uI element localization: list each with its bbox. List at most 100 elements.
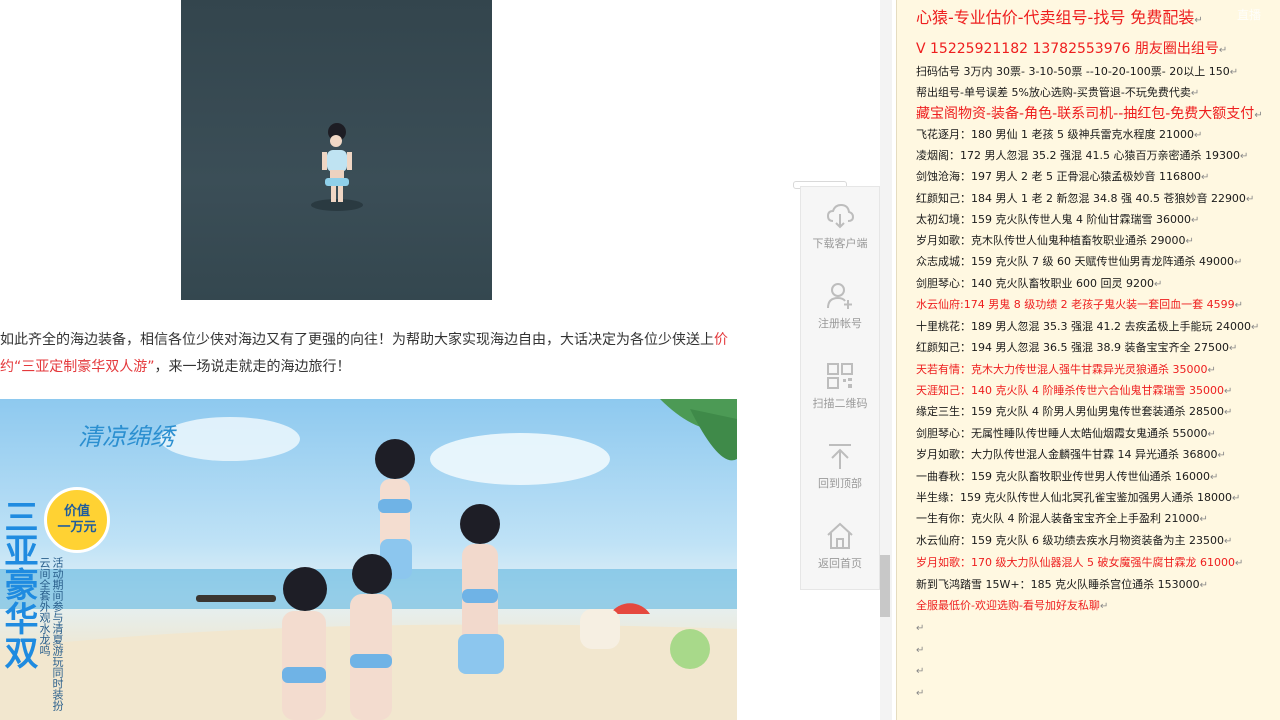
listing-line: V 15225921182 13782553976 朋友圈出组号↵ <box>916 40 1227 60</box>
listing-line: 剑胆琴心：无属性睡队传世睡人太皓仙烟霞女鬼通杀 55000↵ <box>916 426 1216 443</box>
listing-line: 剑蚀沧海：197 男人 2 老 5 正骨混心猿孟极妙音 116800↵ <box>916 169 1209 186</box>
listing-line: 红颜知己：194 男人忽混 36.5 强混 38.9 装备宝宝齐全 27500↵ <box>916 340 1237 357</box>
listing-line-text: 新到飞鸿踏雪 15W+：185 克火队睡杀宫位通杀 153000 <box>916 578 1200 591</box>
listing-line: 水云仙府：159 克火队 6 级功绩去疾水月物资装备为主 23500↵ <box>916 533 1232 550</box>
paragraph-mark: ↵ <box>916 666 925 677</box>
listing-line-text: 剑胆琴心：无属性睡队传世睡人太皓仙烟霞女鬼通杀 55000 <box>916 427 1208 440</box>
listing-line: 凌烟阁：172 男人忽混 35.2 强混 41.5 心猿百万亲密通杀 19300… <box>916 148 1248 165</box>
paragraph-mark: ↵ <box>1223 536 1233 547</box>
paragraph-mark: ↵ <box>1234 300 1244 311</box>
listing-line-text: 众志成城：159 克火队 7 级 60 天赋传世仙男青龙阵通杀 49000 <box>916 255 1234 268</box>
paragraph-mark: ↵ <box>916 688 925 699</box>
listing-line-text: 岁月如歌：克木队传世人仙鬼种植畜牧职业通杀 29000 <box>916 234 1186 247</box>
listing-line: 心猿-专业估价-代卖组号-找号 免费配装↵ <box>916 8 1203 31</box>
article-area: 如此齐全的海边装备，相信各位少侠对海边又有了更强的向往！为帮助大家实现海边自由，… <box>0 0 880 720</box>
listing-notepad: 直播 心猿-专业估价-代卖组号-找号 免费配装↵ V 15225921182 13… <box>896 0 1280 720</box>
paragraph-mark: ↵ <box>1217 450 1226 461</box>
scan-qr-button[interactable]: 扫描二维码 <box>801 347 879 427</box>
listing-line-text: 帮出组号-单号误差 5%放心选购-买贵管退-不玩免费代卖 <box>916 86 1191 99</box>
download-client-button[interactable]: 下载客户端 <box>801 187 879 267</box>
badge-line-2: 一万元 <box>57 520 97 535</box>
paragraph-mark: ↵ <box>1200 172 1210 183</box>
listing-line: 天若有情：克木大力传世混人强牛甘霖异光灵狼通杀 35000↵ <box>916 362 1216 379</box>
listing-line-text: 红颜知己：184 男人 1 老 2 新忽混 34.8 强 40.5 苍狼妙音 2… <box>916 192 1246 205</box>
back-to-top-icon <box>829 444 851 469</box>
paragraph-mark: ↵ <box>1245 194 1255 205</box>
stream-watermark: 直播 <box>1237 8 1262 22</box>
listing-line-text: 全服最低价-欢迎选购-看号加好友私聊 <box>916 599 1100 612</box>
listing-line-text: 飞花逐月：180 男仙 1 老孩 5 级神兵雷克水程度 21000 <box>916 128 1194 141</box>
paragraph-mark: ↵ <box>1234 558 1244 569</box>
paragraph-mark: ↵ <box>1199 580 1208 591</box>
empty-line: ↵ <box>916 685 924 702</box>
listing-line: 红颜知己：184 男人 1 老 2 新忽混 34.8 强 40.5 苍狼妙音 2… <box>916 191 1254 208</box>
paragraph-mark: ↵ <box>1228 343 1238 354</box>
listing-line-text: 天若有情：克木大力传世混人强牛甘霖异光灵狼通杀 35000 <box>916 363 1208 376</box>
para2-text: ，来一场说走就走的海边旅行！ <box>154 359 351 375</box>
article-paragraph-1: 如此齐全的海边装备，相信各位少侠对海边又有了更强的向往！为帮助大家实现海边自由，… <box>0 330 728 350</box>
listing-line: 十里桃花：189 男人忽混 35.3 强混 41.2 去疾孟极上手能玩 2400… <box>916 319 1259 336</box>
paragraph-mark: ↵ <box>1254 110 1263 121</box>
listing-line-text: 岁月如歌：大力队传世混人金麟强牛甘霖 14 异光通杀 36800 <box>916 448 1218 461</box>
listing-line: 岁月如歌：大力队传世混人金麟强牛甘霖 14 异光通杀 36800↵ <box>916 447 1226 464</box>
paragraph-mark: ↵ <box>1218 45 1228 56</box>
register-account-button[interactable]: 注册帐号 <box>801 267 879 347</box>
listing-line: 帮出组号-单号误差 5%放心选购-买贵管退-不玩免费代卖↵ <box>916 85 1199 102</box>
listing-line: 岁月如歌：克木队传世人仙鬼种植畜牧职业通杀 29000↵ <box>916 233 1194 250</box>
listing-line: 一生有你：克火队 4 阶混人装备宝宝齐全上手盈利 21000↵ <box>916 511 1208 528</box>
listing-line: 半生缘：159 克火队传世人仙北冥孔雀宝鉴加强男人通杀 18000↵ <box>916 490 1240 507</box>
paragraph-mark: ↵ <box>1199 514 1208 525</box>
trip-link[interactable]: 约“三亚定制豪华双人游” <box>0 359 155 375</box>
listing-line-text: 岁月如歌：170 级大力队仙器混人 5 破女魔强牛腐甘霖龙 61000 <box>916 556 1235 569</box>
listing-line: 全服最低价-欢迎选购-看号加好友私聊↵ <box>916 598 1108 615</box>
listing-line-text: 心猿-专业估价-代卖组号-找号 免费配装 <box>916 8 1195 27</box>
home-icon <box>827 522 853 549</box>
listing-line: 新到飞鸿踏雪 15W+：185 克火队睡杀宫位通杀 153000↵ <box>916 577 1208 594</box>
paragraph-mark: ↵ <box>1099 601 1109 612</box>
listing-line-text: 藏宝阁物资-装备-角色-联系司机--抽红包-免费大额支付 <box>916 106 1255 122</box>
paragraph-mark: ↵ <box>1250 322 1260 333</box>
paragraph-mark: ↵ <box>1194 15 1203 26</box>
empty-line: ↵ <box>916 663 924 680</box>
paragraph-mark: ↵ <box>1153 279 1163 290</box>
paragraph-mark: ↵ <box>1231 493 1241 504</box>
banner-vertical-text: 活动期间参与清夏游玩同时装扮云间全套外观水龙鸣 <box>38 557 64 711</box>
page-scrollbar-thumb[interactable] <box>880 555 890 617</box>
paragraph-mark: ↵ <box>1223 386 1233 397</box>
user-add-icon <box>827 283 852 309</box>
listing-line: 太初幻境：159 克火队传世人鬼 4 阶仙甘霖瑞雪 36000↵ <box>916 212 1199 229</box>
listing-line-text: 缘定三生：159 克火队 4 阶男人男仙男鬼传世套装通杀 28500 <box>916 405 1224 418</box>
listing-line-text: V 15225921182 13782553976 朋友圈出组号 <box>916 41 1219 57</box>
paragraph-mark: ↵ <box>1207 365 1216 376</box>
listing-line-text: 半生缘：159 克火队传世人仙北冥孔雀宝鉴加强男人通杀 18000 <box>916 491 1232 504</box>
home-label: 返回首页 <box>818 557 862 570</box>
paragraph-mark: ↵ <box>1209 472 1219 483</box>
listing-line-text: 剑胆琴心：140 克火队畜牧职业 600 回灵 9200 <box>916 277 1154 290</box>
paragraph-mark: ↵ <box>1229 67 1239 78</box>
back-to-top-button[interactable]: 回到顶部 <box>801 427 879 507</box>
scan-qr-label: 扫描二维码 <box>812 397 868 410</box>
paragraph-mark: ↵ <box>1233 257 1243 268</box>
value-badge: 价值 一万元 <box>44 487 110 553</box>
listing-line-text: 扫码估号 3万内 30票- 3-10-50票 --10-20-100票- 20以… <box>916 65 1230 78</box>
summer-event-banner[interactable]: 清凉绵绣 三亚豪华双 价值 一万元 活动期间参与清夏游玩同时装扮云间全套外观水龙… <box>0 399 737 720</box>
listing-line: 岁月如歌：170 级大力队仙器混人 5 破女魔强牛腐甘霖龙 61000↵ <box>916 555 1243 572</box>
listing-line: 一曲春秋：159 克火队畜牧职业传世男人传世仙通杀 16000↵ <box>916 469 1218 486</box>
badge-line-1: 价值 <box>63 504 90 519</box>
home-button[interactable]: 返回首页 <box>801 507 879 587</box>
listing-line-text: 一曲春秋：159 克火队畜牧职业传世男人传世仙通杀 16000 <box>916 470 1210 483</box>
para1-link[interactable]: 价 <box>714 332 728 348</box>
paragraph-mark: ↵ <box>1207 429 1216 440</box>
qr-code-icon <box>827 363 853 389</box>
listing-line: 众志成城：159 克火队 7 级 60 天赋传世仙男青龙阵通杀 49000↵ <box>916 254 1242 271</box>
listing-line-text: 剑蚀沧海：197 男人 2 老 5 正骨混心猿孟极妙音 116800 <box>916 170 1201 183</box>
game-character-screenshot <box>181 0 492 300</box>
cloud-download-icon <box>826 203 855 229</box>
para1-text: 如此齐全的海边装备，相信各位少侠对海边又有了更强的向往！为帮助大家实现海边自由，… <box>0 332 714 348</box>
listing-line-text: 水云仙府:174 男鬼 8 级功绩 2 老孩子鬼火装一套回血一套 4599 <box>916 298 1235 311</box>
listing-line-text: 一生有你：克火队 4 阶混人装备宝宝齐全上手盈利 21000 <box>916 512 1200 525</box>
listing-line: 天涯知己：140 克火队 4 阶睡杀传世六合仙鬼甘霖瑞雪 35000↵ <box>916 383 1232 400</box>
paragraph-mark: ↵ <box>916 623 925 634</box>
paragraph-mark: ↵ <box>1185 236 1194 247</box>
banner-vertical-title: 三亚豪华双 <box>0 499 38 669</box>
